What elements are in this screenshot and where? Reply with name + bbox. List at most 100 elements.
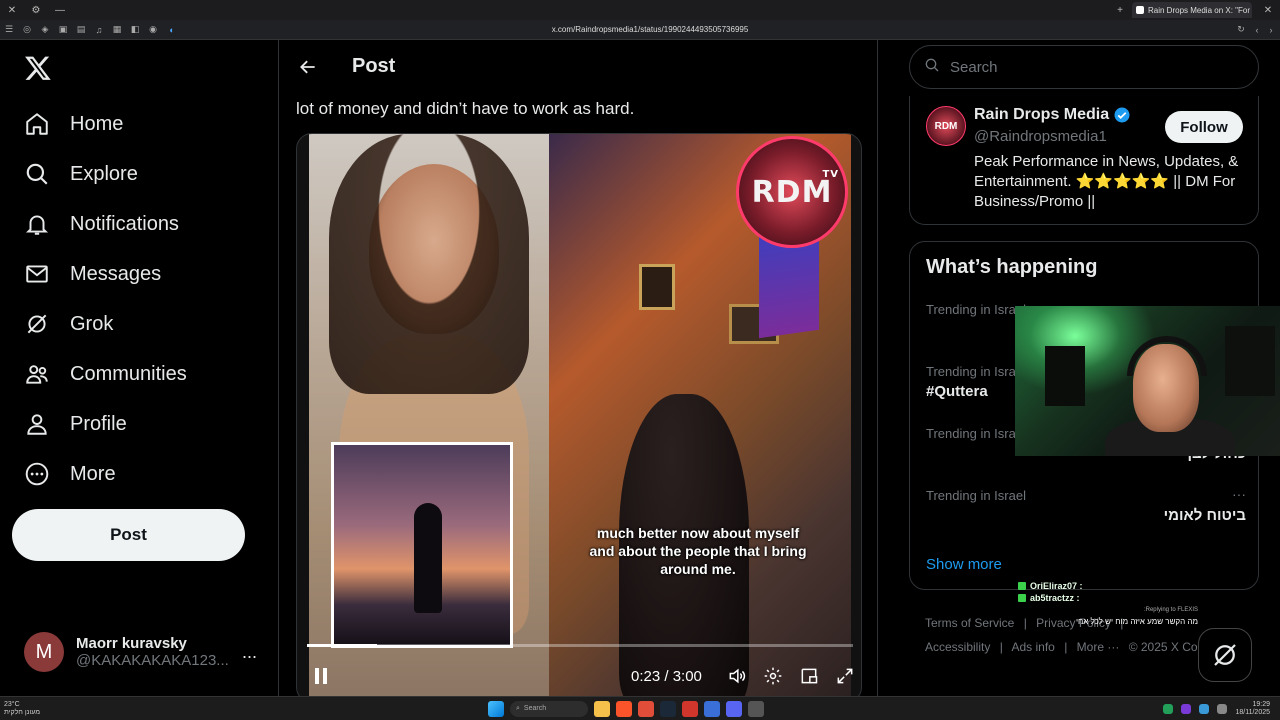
profile-avatar[interactable]: RDM xyxy=(926,106,966,146)
footer-more-link[interactable]: More ··· xyxy=(1077,640,1120,654)
nav-grok-label: Grok xyxy=(70,312,114,335)
x-logo-icon[interactable] xyxy=(24,54,52,82)
people-icon xyxy=(24,361,50,387)
weather-widget[interactable]: 23°C מעונן חלקית xyxy=(4,701,40,717)
follow-button[interactable]: Follow xyxy=(1165,111,1243,143)
search-icon xyxy=(924,57,940,77)
address-bar[interactable]: x.com/Raindropsmedia1/status/19902444935… xyxy=(370,22,930,38)
profile-name-row[interactable]: Rain Drops Media xyxy=(974,106,1131,124)
post-button[interactable]: Post xyxy=(12,509,245,561)
minimize-icon[interactable]: — xyxy=(48,5,72,16)
file-explorer-icon[interactable] xyxy=(594,700,610,717)
pause-icon[interactable] xyxy=(303,658,339,694)
webcam-acoustic-panel xyxy=(1045,346,1085,406)
footer-separator: | xyxy=(999,640,1003,654)
nav-communities[interactable]: Communities xyxy=(12,350,262,398)
app-icon[interactable] xyxy=(638,700,654,717)
search-input[interactable] xyxy=(950,58,1230,76)
settings-icon[interactable]: ⚙ xyxy=(24,5,48,16)
tray-app-icon[interactable] xyxy=(1199,703,1210,714)
nav-home[interactable]: Home xyxy=(12,100,262,148)
close-window-icon[interactable]: ✕ xyxy=(0,5,24,16)
nav-more[interactable]: More xyxy=(12,450,262,498)
extension-icon[interactable]: ◈ xyxy=(38,23,52,37)
extension-icon[interactable]: ▣ xyxy=(56,23,70,37)
extension-icon[interactable]: ◧ xyxy=(128,23,142,37)
grok-floating-button[interactable] xyxy=(1198,628,1252,682)
settings-icon[interactable] xyxy=(748,700,764,717)
terms-link[interactable]: Terms of Service xyxy=(925,616,1014,630)
audio-icon[interactable]: ◖ xyxy=(164,23,178,37)
video-controls: 0:23 / 3:00 xyxy=(297,656,861,696)
profile-handle[interactable]: @Raindropsmedia1 xyxy=(974,128,1107,145)
profile-bio: Peak Performance in News, Updates, & Ent… xyxy=(974,153,1239,210)
account-switcher[interactable]: M Maorr kuravsky @KAKAKAKAKA123... ... xyxy=(12,620,272,684)
nav-messages[interactable]: Messages xyxy=(12,250,262,298)
chat-badge-icon xyxy=(1018,582,1026,590)
tray-app-icon[interactable] xyxy=(1181,703,1192,714)
taskbar-search[interactable]: ⌕ Search xyxy=(510,700,588,717)
back-arrow-icon[interactable] xyxy=(280,57,336,77)
extension-icon[interactable]: ▦ xyxy=(110,23,124,37)
settings-gear-icon[interactable] xyxy=(755,658,791,694)
nav-notifications-label: Notifications xyxy=(70,212,179,235)
video-progress-bar[interactable] xyxy=(307,644,853,647)
music-icon[interactable]: ♫ xyxy=(92,23,106,37)
extension-icon[interactable]: ◎ xyxy=(20,23,34,37)
nav-grok[interactable]: Grok xyxy=(12,300,262,348)
grok-icon xyxy=(1214,644,1236,666)
extension-icon[interactable]: ◉ xyxy=(146,23,160,37)
trend-more-icon[interactable]: ··· xyxy=(1232,486,1246,502)
main-header: Post xyxy=(280,40,877,93)
tray-app-icon[interactable] xyxy=(1217,703,1228,714)
chat-message: מה הקשר שמע איזה מוח יש לכל אחי xyxy=(1075,617,1198,626)
app-icon[interactable] xyxy=(704,700,720,717)
accessibility-link[interactable]: Accessibility xyxy=(925,640,990,654)
volume-icon[interactable] xyxy=(719,658,755,694)
weather-temp: 23°C xyxy=(4,700,20,708)
video-player[interactable]: much better now about myself and about t… xyxy=(296,133,862,696)
trending-title: What’s happening xyxy=(926,256,1098,278)
nav-explore[interactable]: Explore xyxy=(12,150,262,198)
ads-info-link[interactable]: Ads info xyxy=(1012,640,1055,654)
trend-topic: ביטוח לאומי xyxy=(1163,507,1246,524)
x-favicon-icon xyxy=(1136,6,1144,14)
verified-badge-icon xyxy=(1114,107,1130,123)
show-more-link[interactable]: Show more xyxy=(926,556,1002,573)
account-more-icon[interactable]: ... xyxy=(242,642,257,663)
profile-card: RDM Rain Drops Media @Raindropsmedia1 Pe… xyxy=(909,96,1259,225)
back-nav-icon[interactable]: ‹ xyxy=(1250,23,1264,37)
taskbar-clock[interactable]: 19:29 18/11/2025 xyxy=(1235,701,1270,717)
app-icon[interactable] xyxy=(682,700,698,717)
forward-nav-icon[interactable]: › xyxy=(1264,23,1278,37)
url-text: x.com/Raindropsmedia1/status/19902444935… xyxy=(551,25,749,34)
discord-icon[interactable] xyxy=(726,700,742,717)
close-tab-icon[interactable]: ✕ xyxy=(1256,5,1280,16)
fullscreen-icon[interactable] xyxy=(827,658,861,694)
video-timecode: 0:23 / 3:00 xyxy=(631,667,702,685)
tray-app-icon[interactable] xyxy=(1163,703,1174,714)
trend-item[interactable]: Trending in Israel ··· ביטוח לאומי xyxy=(926,486,1246,524)
windows-start-icon[interactable] xyxy=(488,700,504,717)
silhouette xyxy=(414,503,442,613)
person-icon xyxy=(24,411,50,437)
search-icon xyxy=(24,161,50,187)
reload-icon[interactable]: ↻ xyxy=(1234,23,1248,37)
nav-profile[interactable]: Profile xyxy=(12,400,262,448)
video-progress-fill xyxy=(307,644,377,647)
browser-tab-bar: ✕ ⚙ — + Rain Drops Media on X: "For ✕ xyxy=(0,0,1280,20)
nav-notifications[interactable]: Notifications xyxy=(12,200,262,248)
new-tab-icon[interactable]: + xyxy=(1108,5,1132,16)
webcam-overlay xyxy=(1015,306,1280,456)
chat-user: ab5tractzz : xyxy=(1030,593,1080,603)
browser-tab[interactable]: Rain Drops Media on X: "For xyxy=(1132,2,1252,18)
nav-profile-label: Profile xyxy=(70,412,127,435)
menu-icon[interactable]: ☰ xyxy=(2,23,16,37)
search-box[interactable] xyxy=(909,45,1259,89)
nav-home-label: Home xyxy=(70,112,124,135)
pip-icon[interactable] xyxy=(791,658,827,694)
extension-icon[interactable]: ▤ xyxy=(74,23,88,37)
search-icon: ⌕ xyxy=(516,704,520,712)
steam-icon[interactable] xyxy=(660,700,676,717)
brave-browser-icon[interactable] xyxy=(616,700,632,717)
